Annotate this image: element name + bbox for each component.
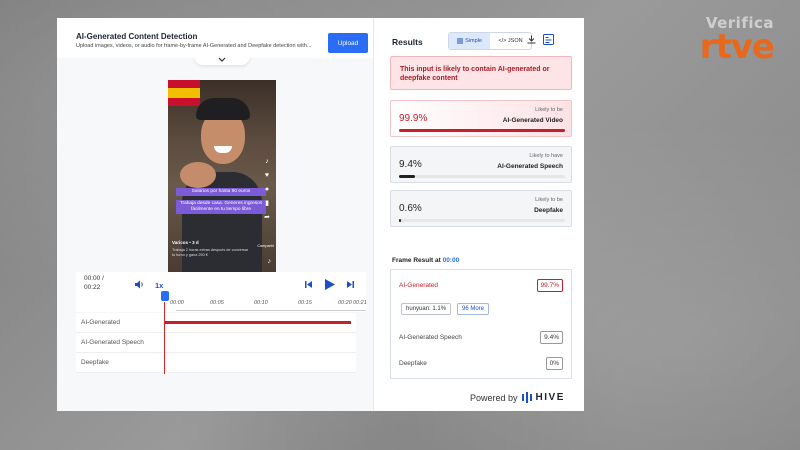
- track-bar: [165, 321, 352, 324]
- more-models-chip[interactable]: 96 More: [457, 303, 490, 315]
- media-panel: AI-Generated Content Detection Upload im…: [57, 18, 373, 411]
- track-label: AI-Generated: [81, 319, 121, 326]
- track-row: AI-Generated Speech: [76, 333, 356, 353]
- detection-tracks: AI-Generated AI-Generated Speech Deepfak…: [76, 313, 356, 373]
- bookmark-icon: ▮: [265, 200, 269, 207]
- frame-result-label: Frame Result at: [392, 257, 443, 264]
- spain-flag: [168, 80, 200, 106]
- upload-button[interactable]: Upload: [328, 33, 368, 53]
- video-side-actions: ♪ ♥ ● ▮ ➦: [261, 158, 273, 221]
- verdict-alert: This input is likely to contain AI-gener…: [390, 56, 572, 90]
- score-card-deepfake: 0.6% Likely to be Deepfake: [390, 190, 572, 227]
- video-person-hand: [180, 162, 216, 188]
- playhead-handle[interactable]: [161, 291, 169, 301]
- frame-timestamp[interactable]: 00:00: [443, 257, 460, 264]
- track-label: AI-Generated Speech: [81, 339, 144, 346]
- time-readout: 00:00 / 00:22: [84, 275, 104, 293]
- score-bar: [399, 129, 565, 132]
- tick-label: 00:15: [298, 300, 312, 306]
- tiktok-icon: ♪: [265, 158, 269, 165]
- score-bar: [399, 219, 565, 222]
- page-subtitle: Upload images, videos, or audio for fram…: [76, 43, 312, 49]
- frame-deepfake-label: Deepfake: [399, 360, 427, 367]
- video-caption-1: Salarios por hasta 90 euros: [176, 188, 266, 196]
- track-row: AI-Generated: [76, 313, 356, 333]
- score-bar-fill: [399, 175, 415, 178]
- tick-label: 00:10: [254, 300, 268, 306]
- tick-label: 00:21: [353, 300, 367, 306]
- score-caption: Likely to be: [535, 197, 563, 203]
- hive-logo-icon: [521, 392, 532, 403]
- frame-ai-value: 99.7%: [536, 279, 563, 292]
- track-row: Deepfake: [76, 353, 356, 373]
- score-caption: Likely to be: [535, 107, 563, 113]
- score-bar-fill: [399, 129, 565, 132]
- tick-label: 00:20: [338, 300, 352, 306]
- total-time: 00:22: [84, 283, 101, 291]
- score-card-ai-video: 99.9% Likely to be AI-Generated Video: [390, 100, 572, 137]
- skip-back-icon[interactable]: [304, 280, 313, 289]
- score-percent: 9.4%: [399, 159, 422, 170]
- powered-by: Powered by HIVE: [470, 392, 565, 403]
- rtve-verifica-logo: Verifica rtve: [699, 14, 775, 67]
- results-title: Results: [392, 37, 423, 47]
- tiktok-logo-icon: ♪: [267, 258, 272, 265]
- share-label: Compartir: [257, 244, 274, 248]
- share-icon: ➦: [264, 214, 270, 221]
- toggle-simple[interactable]: Simple: [449, 33, 490, 49]
- playhead-line: [164, 302, 165, 374]
- score-label: AI-Generated Video: [502, 117, 563, 124]
- powered-by-label: Powered by: [470, 392, 518, 403]
- toggle-json[interactable]: </> JSON: [490, 33, 531, 49]
- results-panel: Results Simple </> JSON This input is li…: [374, 18, 584, 411]
- media-header: AI-Generated Content Detection Upload im…: [57, 18, 373, 58]
- detection-app: AI-Generated Content Detection Upload im…: [57, 18, 584, 411]
- play-icon[interactable]: [324, 278, 336, 291]
- view-toggle: Simple </> JSON: [448, 32, 532, 50]
- current-time: 00:00 /: [84, 275, 104, 282]
- tick-label: 00:00: [170, 300, 184, 306]
- frame-result-title: Frame Result at 00:00: [392, 257, 459, 264]
- hive-wordmark: HIVE: [535, 392, 565, 403]
- tick-label: 00:05: [210, 300, 224, 306]
- score-percent: 0.6%: [399, 203, 422, 214]
- rtve-wordmark: rtve: [699, 27, 775, 67]
- frame-deepfake-value: 0%: [545, 357, 563, 370]
- report-icon[interactable]: [543, 34, 554, 45]
- video-username: Varicos • 3 d: [172, 240, 199, 245]
- score-caption: Likely to have: [529, 153, 563, 159]
- frame-result-box: AI-Generated 99.7% hunyuan: 1.1% 96 More…: [390, 269, 572, 379]
- video-preview[interactable]: Salarios por hasta 90 euros Trabaja desd…: [168, 80, 276, 273]
- score-percent: 99.9%: [399, 113, 428, 124]
- list-icon: [457, 38, 464, 44]
- score-bar-fill: [399, 219, 401, 222]
- track-label: Deepfake: [81, 359, 109, 366]
- verdict-prefix: This input is: [400, 66, 444, 73]
- frame-speech-label: AI-Generated Speech: [399, 334, 462, 341]
- page-title: AI-Generated Content Detection: [76, 32, 198, 41]
- video-description: Trabaja 2 horas extras después de conver…: [172, 248, 249, 257]
- video-person-cap: [196, 98, 250, 120]
- download-icon[interactable]: [527, 35, 536, 44]
- video-caption-2: Trabaja desde casa. Generes ingresos fác…: [176, 200, 266, 214]
- frame-ai-label: AI-Generated: [399, 282, 439, 289]
- toggle-simple-label: Simple: [465, 38, 482, 44]
- timeline-ruler[interactable]: 00:00 00:05 00:10 00:15 00:20 00:21: [170, 297, 367, 311]
- model-chip: hunyuan: 1.1%: [401, 303, 452, 315]
- collapse-toggle[interactable]: [194, 54, 250, 65]
- score-label: AI-Generated Speech: [497, 163, 563, 170]
- score-bar: [399, 175, 565, 178]
- frame-speech-value: 9.4%: [540, 331, 563, 344]
- comment-icon: ●: [264, 186, 270, 193]
- score-label: Deepfake: [534, 207, 563, 214]
- chevron-down-icon: [218, 57, 226, 62]
- playback-speed[interactable]: 1x: [155, 281, 163, 290]
- player-controls: 00:00 / 00:22 1x 00:00 00:05 00:10 00:15…: [76, 272, 367, 312]
- score-card-ai-speech: 9.4% Likely to have AI-Generated Speech: [390, 146, 572, 183]
- volume-icon[interactable]: [134, 280, 144, 289]
- skip-forward-icon[interactable]: [346, 280, 355, 289]
- heart-icon: ♥: [264, 172, 270, 179]
